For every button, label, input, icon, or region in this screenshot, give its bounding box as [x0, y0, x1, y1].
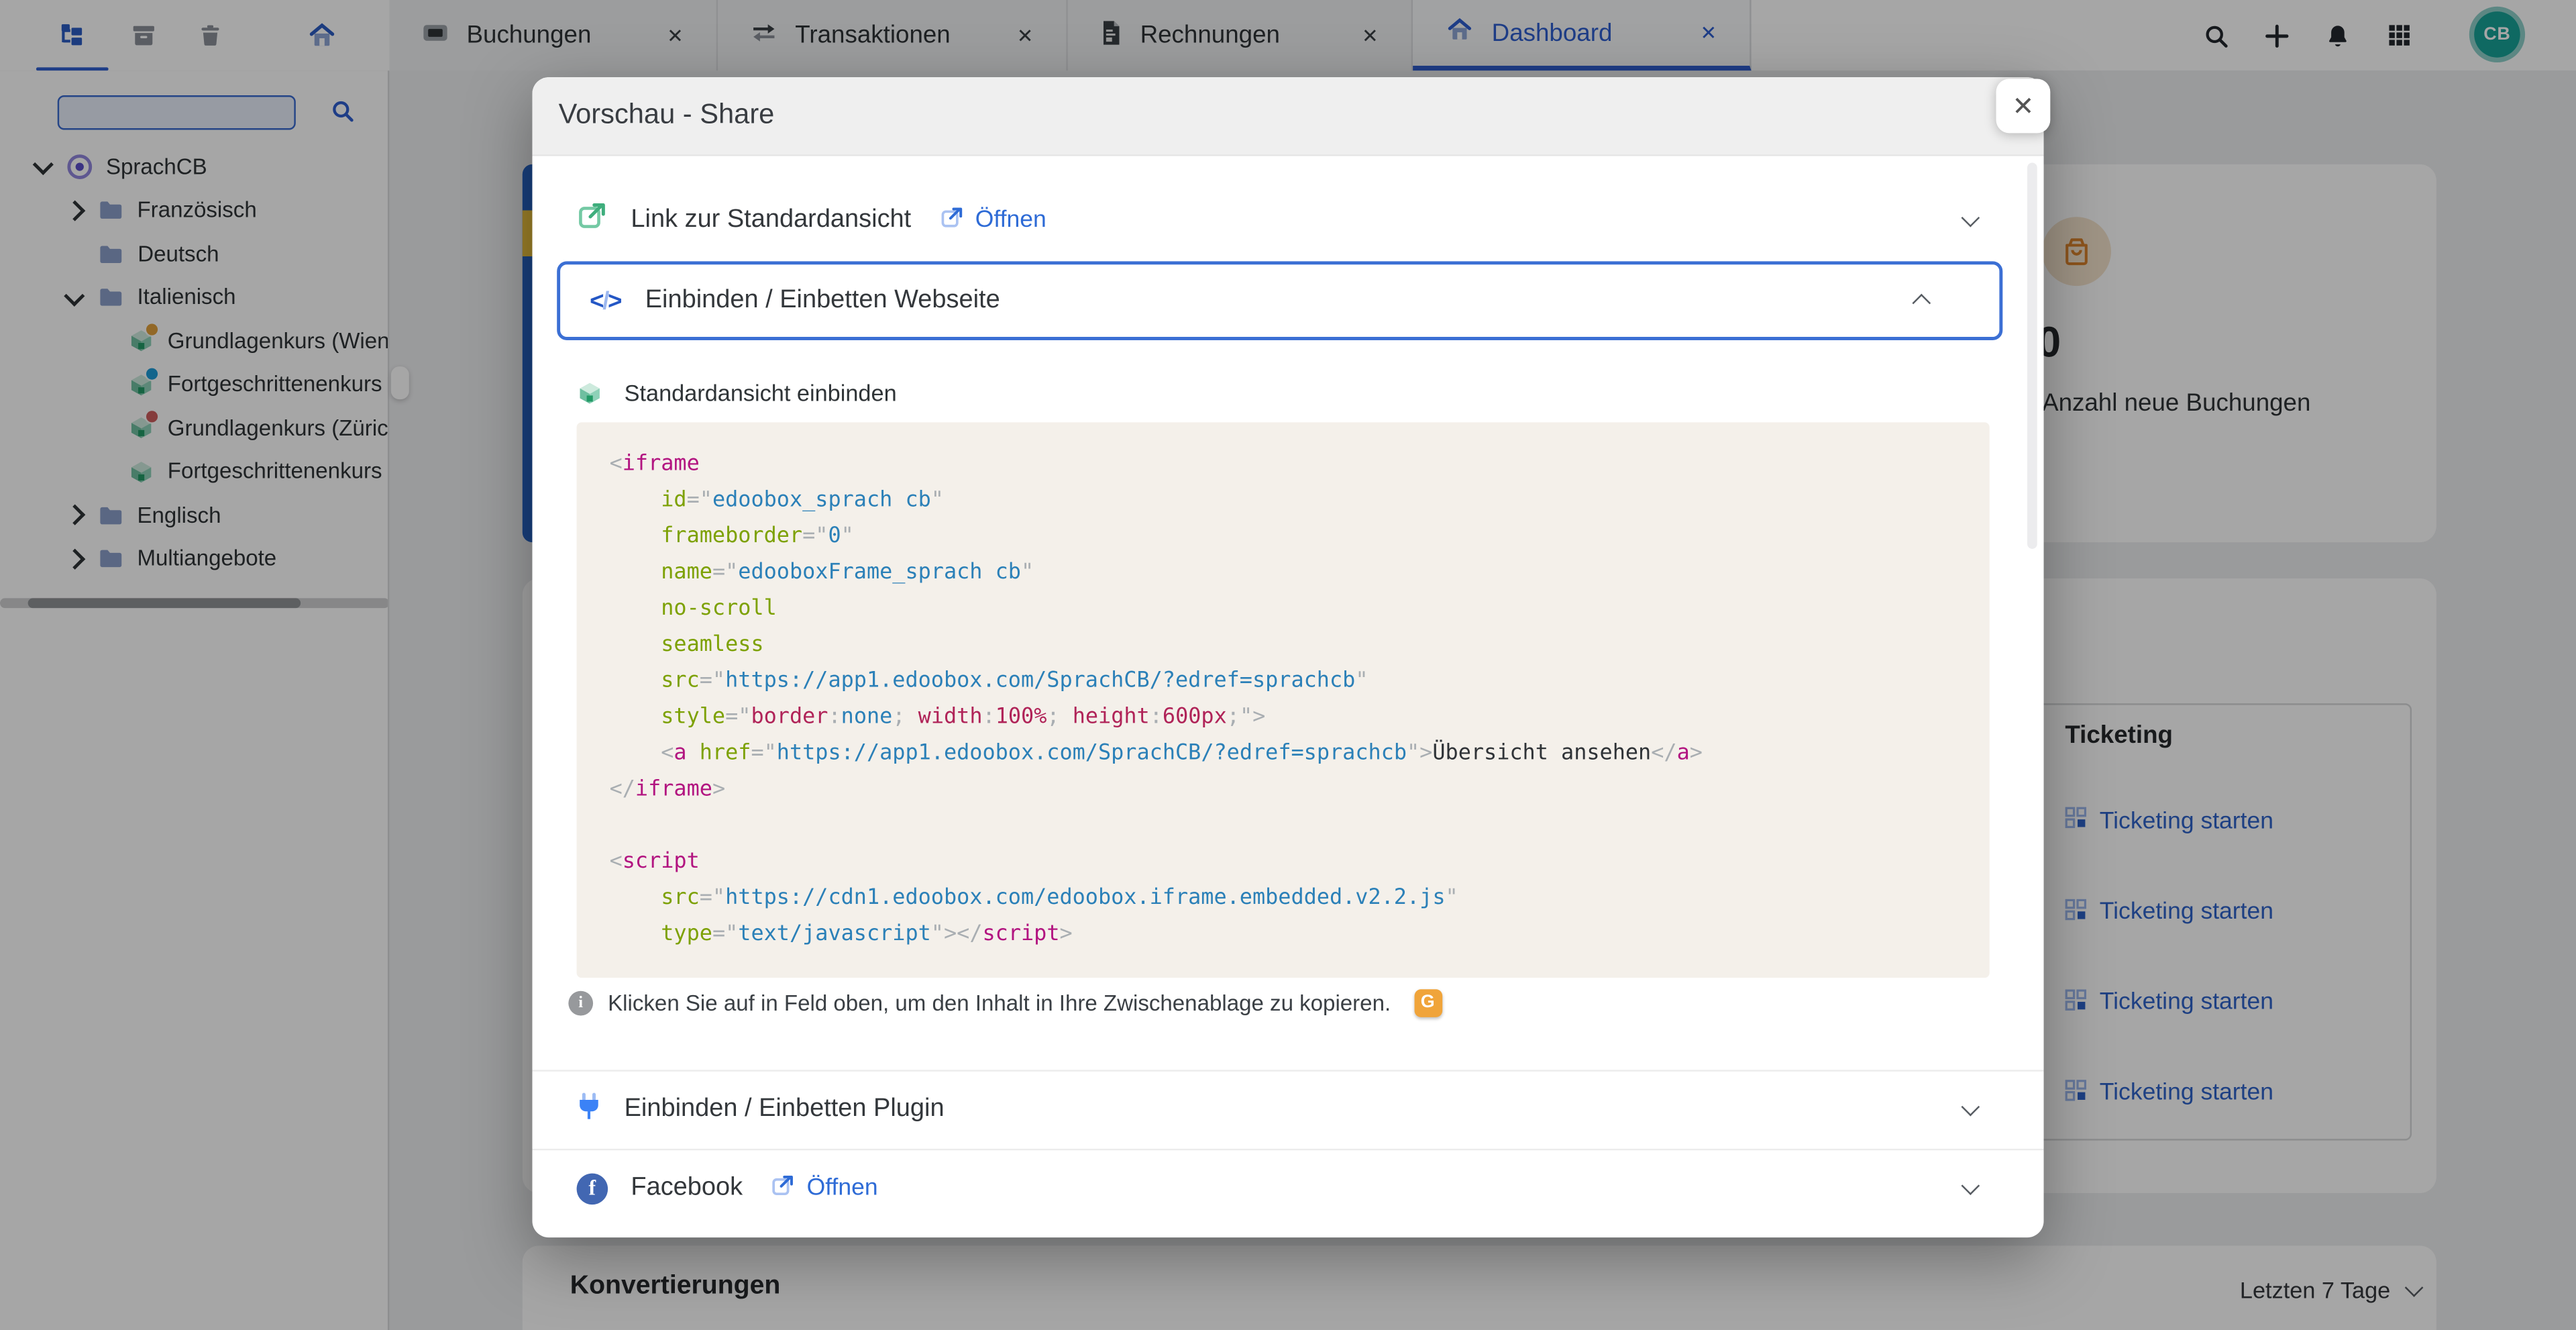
share-preview-modal: Vorschau - Share ✕ Link zur Standardansi… — [532, 77, 2043, 1237]
copy-hint-row: i Klicken Sie auf in Feld oben, um den I… — [568, 981, 1442, 1024]
open-link-label: Öffnen — [975, 207, 1046, 234]
open-link-label: Öffnen — [807, 1175, 878, 1201]
chevron-down-icon[interactable] — [1961, 1098, 1980, 1117]
close-icon[interactable]: ✕ — [1996, 79, 2051, 134]
plug-icon — [577, 1090, 602, 1128]
row-label: Einbinden / Einbetten Plugin — [625, 1094, 945, 1124]
external-link-blue-icon — [939, 205, 964, 236]
cube-icon — [577, 380, 603, 406]
grammarly-badge-icon[interactable]: G — [1413, 988, 1442, 1017]
embed-subtitle-row: Standardansicht einbinden — [577, 370, 897, 416]
accordion-row-facebook[interactable]: f Facebook Öffnen — [532, 1149, 2043, 1228]
chevron-down-icon[interactable] — [1961, 209, 1980, 227]
modal-header: Vorschau - Share — [532, 77, 2043, 156]
embed-code-block[interactable]: <iframe id="edoobox_sprach cb" framebord… — [577, 422, 1990, 978]
chevron-down-icon[interactable] — [1961, 1176, 1980, 1195]
row-label: Link zur Standardansicht — [631, 205, 911, 235]
screen: Buchungen ✕ Transaktionen ✕ Rechnungen ✕… — [0, 0, 2576, 1330]
chevron-up-icon[interactable] — [1912, 294, 1931, 313]
embed-subtitle: Standardansicht einbinden — [625, 380, 897, 406]
accordion-row-embed-webseite[interactable]: </> Einbinden / Einbetten Webseite — [557, 261, 2002, 340]
copy-hint-text: Klicken Sie auf in Feld oben, um den Inh… — [608, 990, 1391, 1015]
open-link[interactable]: Öffnen — [771, 1172, 878, 1204]
info-icon: i — [568, 990, 593, 1015]
external-link-green-icon — [577, 201, 608, 240]
row-label: Facebook — [631, 1174, 743, 1203]
accordion-row-embed-plugin[interactable]: Einbinden / Einbetten Plugin — [532, 1070, 2043, 1149]
modal-title: Vorschau - Share — [559, 99, 775, 132]
code-icon: </> — [590, 287, 621, 315]
accordion-row-standard-link[interactable]: Link zur Standardansicht Öffnen — [532, 181, 2043, 260]
open-link[interactable]: Öffnen — [939, 205, 1046, 236]
external-link-blue-icon — [771, 1172, 796, 1204]
row-label: Einbinden / Einbetten Webseite — [645, 286, 1000, 315]
facebook-icon: f — [577, 1172, 608, 1204]
